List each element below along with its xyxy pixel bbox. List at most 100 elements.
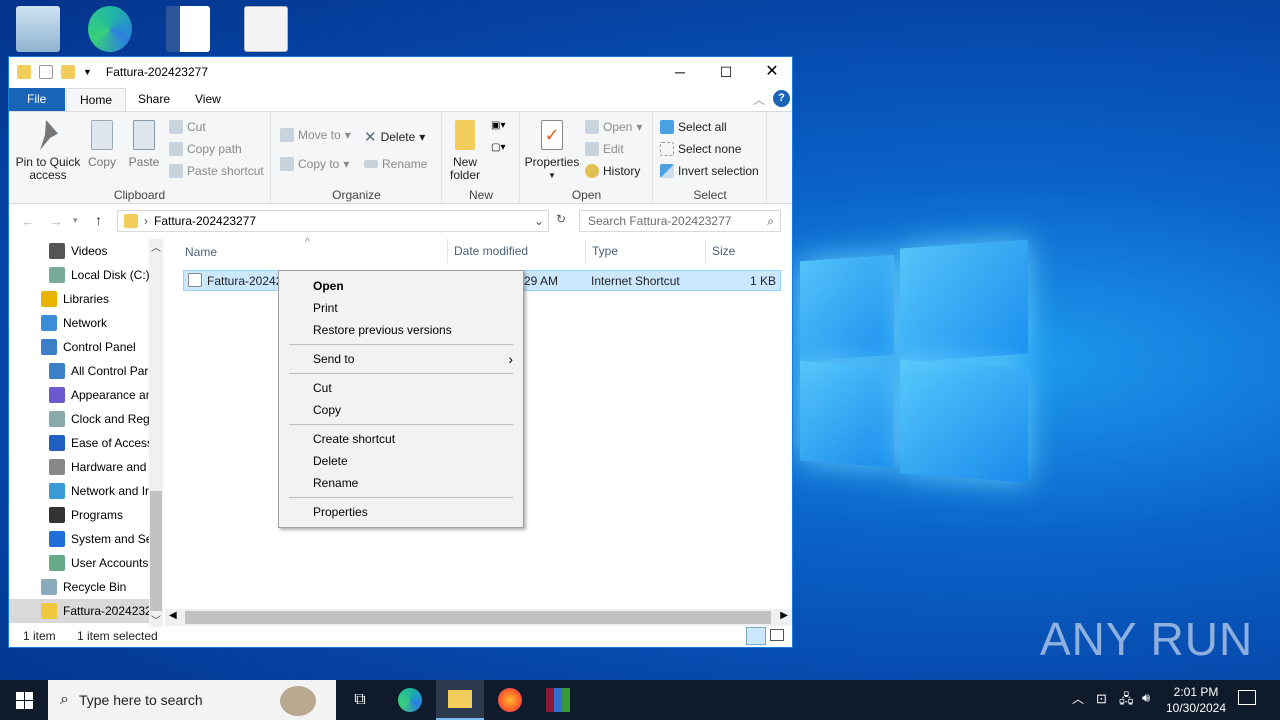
horizontal-scrollbar[interactable]: ◀ ▶	[165, 609, 792, 626]
meet-now-icon[interactable]: ⊡	[1096, 691, 1107, 707]
select-none-button[interactable]: Select none	[660, 142, 741, 156]
rename-button[interactable]: Rename	[364, 157, 427, 171]
menu-item-restore-previous-versions[interactable]: Restore previous versions	[279, 319, 523, 341]
nav-item[interactable]: Clock and Regi	[9, 407, 149, 431]
nav-item[interactable]: Videos	[9, 239, 149, 263]
large-icons-view-button[interactable]	[770, 629, 784, 641]
maximize-button[interactable]: ☐	[711, 59, 741, 85]
nav-item[interactable]: Recycle Bin	[9, 575, 149, 599]
column-type[interactable]: Type	[585, 239, 618, 263]
details-view-button[interactable]	[746, 627, 766, 645]
delete-button[interactable]: ✕ Delete ▾	[364, 128, 425, 146]
address-dropdown-icon[interactable]: ⌄	[534, 214, 544, 228]
menu-item-properties[interactable]: Properties	[279, 501, 523, 523]
recycle-bin-icon[interactable]	[16, 6, 60, 52]
back-button[interactable]: ←	[21, 213, 35, 229]
nav-item[interactable]: Fattura-2024232	[9, 599, 149, 623]
show-hidden-icons[interactable]: ︿	[1072, 690, 1084, 707]
search-icon: ⌕	[60, 691, 69, 708]
menu-item-open[interactable]: Open	[279, 275, 523, 297]
scroll-left-arrow[interactable]: ◀	[169, 610, 177, 621]
edge-taskbar-button[interactable]	[386, 680, 434, 720]
column-date-modified[interactable]: Date modified	[447, 239, 528, 263]
start-button[interactable]	[0, 680, 48, 720]
minimize-button[interactable]: ─	[665, 59, 695, 85]
menu-item-copy[interactable]: Copy	[279, 399, 523, 421]
taskbar-search-box[interactable]: ⌕ Type here to search	[48, 680, 336, 720]
navigation-pane: Videos Local Disk (C:) Libraries Network Con…	[9, 239, 163, 627]
scroll-right-arrow[interactable]: ▶	[780, 610, 788, 621]
file-explorer-taskbar-button[interactable]	[436, 680, 484, 720]
tab-share[interactable]: Share	[125, 88, 183, 111]
scroll-up-arrow[interactable]: ︿	[149, 239, 163, 254]
properties-button[interactable]: ✓ Properties ▼	[523, 120, 581, 182]
nav-item[interactable]: Network	[9, 311, 149, 335]
pin-to-quick-access-button[interactable]: Pin to Quick access	[15, 120, 81, 182]
search-box[interactable]: Search Fattura-202423277 ⌕	[579, 210, 781, 232]
task-view-button[interactable]: ⧉	[336, 680, 384, 720]
copy-path-button[interactable]: Copy path	[169, 142, 242, 156]
collapse-ribbon-icon[interactable]: ︿	[753, 91, 765, 108]
copy-to-button[interactable]: Copy to ▾	[280, 157, 349, 171]
nav-item[interactable]: Hardware and	[9, 455, 149, 479]
edit-button[interactable]: Edit	[585, 142, 624, 156]
column-size[interactable]: Size	[705, 239, 735, 263]
menu-item-rename[interactable]: Rename	[279, 472, 523, 494]
tab-home[interactable]: Home	[66, 88, 127, 112]
edge-icon[interactable]	[88, 6, 132, 52]
paste-shortcut-button[interactable]: Paste shortcut	[169, 164, 264, 178]
copy-button[interactable]: Copy	[87, 120, 117, 169]
nav-item[interactable]: Local Disk (C:)	[9, 263, 149, 287]
notifications-icon[interactable]	[1238, 690, 1256, 705]
menu-item-send-to[interactable]: Send to ›	[279, 348, 523, 370]
nav-item-label: System and Sec	[71, 532, 149, 546]
menu-item-print[interactable]: Print	[279, 297, 523, 319]
tab-file[interactable]: File	[9, 88, 65, 111]
forward-button[interactable]: →	[49, 213, 63, 229]
nav-item[interactable]: Libraries	[9, 287, 149, 311]
paste-button[interactable]: Paste	[127, 120, 161, 169]
nav-item[interactable]: Appearance an	[9, 383, 149, 407]
volume-icon[interactable]: 🔊︎	[1142, 690, 1150, 706]
invert-selection-button[interactable]: Invert selection	[660, 164, 759, 178]
network-icon[interactable]: 🖧	[1119, 690, 1134, 712]
new-folder-icon[interactable]	[61, 65, 75, 79]
nav-item[interactable]: User Accounts	[9, 551, 149, 575]
menu-item-delete[interactable]: Delete	[279, 450, 523, 472]
close-button[interactable]: ✕	[757, 59, 787, 85]
menu-item-create-shortcut[interactable]: Create shortcut	[279, 428, 523, 450]
customize-dropdown-icon[interactable]: ▼	[83, 67, 92, 77]
refresh-button[interactable]: ↻	[551, 212, 571, 232]
menu-item-cut[interactable]: Cut	[279, 377, 523, 399]
word-doc-icon[interactable]	[166, 6, 210, 52]
open-button[interactable]: Open ▾	[585, 120, 642, 134]
breadcrumb-folder[interactable]: Fattura-202423277	[154, 214, 256, 228]
column-name[interactable]: Name	[185, 245, 217, 259]
cut-button[interactable]: Cut	[169, 120, 206, 134]
scroll-thumb[interactable]	[150, 491, 162, 611]
nav-item[interactable]: Ease of Access	[9, 431, 149, 455]
address-bar[interactable]: › Fattura-202423277 ⌄	[117, 210, 549, 232]
nav-vertical-scrollbar[interactable]: ︿ ﹀	[149, 239, 163, 627]
firefox-taskbar-button[interactable]	[486, 680, 534, 720]
new-item-dropdown[interactable]: ▣▾	[491, 120, 505, 131]
h-scroll-thumb[interactable]	[185, 611, 771, 624]
nav-item[interactable]: Programs	[9, 503, 149, 527]
new-folder-button[interactable]: New folder	[445, 120, 485, 182]
up-button[interactable]: ↑	[95, 212, 102, 228]
select-all-button[interactable]: Select all	[660, 120, 727, 134]
nav-item[interactable]: Control Panel	[9, 335, 149, 359]
image-file-icon[interactable]	[244, 6, 288, 52]
history-button[interactable]: History	[585, 164, 640, 178]
nav-item[interactable]: System and Sec	[9, 527, 149, 551]
winrar-taskbar-button[interactable]	[534, 680, 582, 720]
nav-item[interactable]: Network and Ir	[9, 479, 149, 503]
properties-icon[interactable]	[39, 65, 53, 79]
tab-view[interactable]: View	[182, 88, 234, 111]
help-icon[interactable]: ?	[773, 90, 790, 107]
recent-locations-dropdown[interactable]: ▾	[73, 215, 78, 226]
easy-access-dropdown[interactable]: ▢▾	[491, 142, 505, 153]
move-to-button[interactable]: Move to ▾	[280, 128, 351, 142]
clock[interactable]: 2:01 PM 10/30/2024	[1160, 684, 1232, 716]
nav-item[interactable]: All Control Par	[9, 359, 149, 383]
